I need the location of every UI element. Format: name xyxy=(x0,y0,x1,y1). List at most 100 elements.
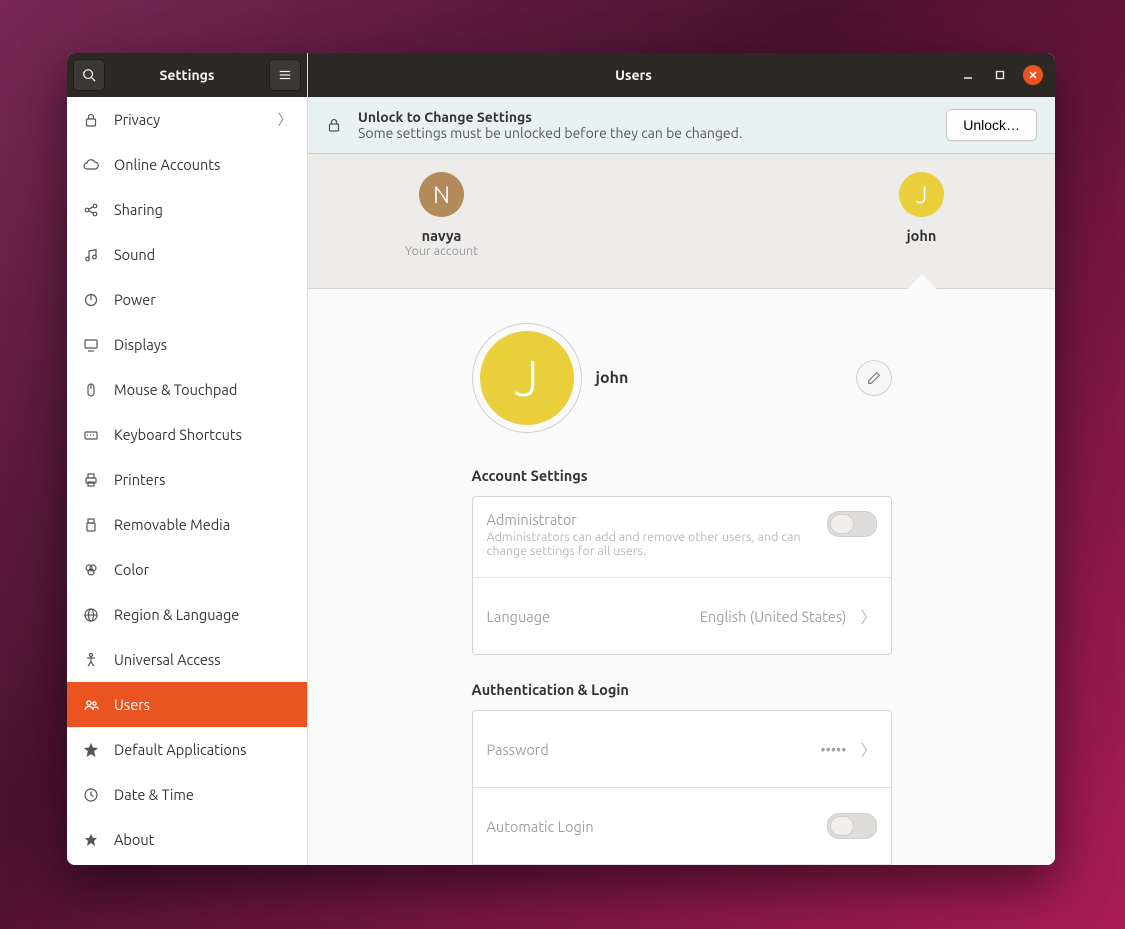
user-strip: N navya Your account J john xyxy=(308,154,1055,289)
automatic-login-toggle[interactable] xyxy=(827,813,877,839)
sidebar-item-date-time[interactable]: Date & Time xyxy=(67,772,307,817)
sidebar-item-universal-access[interactable]: Universal Access xyxy=(67,637,307,682)
sidebar-item-label: Universal Access xyxy=(114,651,221,668)
sidebar-item-default-applications[interactable]: Default Applications xyxy=(67,727,307,772)
cloud-icon xyxy=(82,156,100,174)
user-detail: J john Account Settings Administrator Ad… xyxy=(308,289,1055,865)
administrator-row[interactable]: Administrator Administrators can add and… xyxy=(473,497,891,578)
sidebar-item-label: About xyxy=(114,831,154,848)
avatar: J xyxy=(899,172,944,217)
display-icon xyxy=(82,336,100,354)
sidebar-header: Settings xyxy=(67,53,307,97)
sidebar-item-region-language[interactable]: Region & Language xyxy=(67,592,307,637)
password-row[interactable]: Password ••••• 〉 xyxy=(473,711,891,788)
mouse-icon xyxy=(82,381,100,399)
main-header: Users xyxy=(308,53,1055,97)
sidebar-item-label: Region & Language xyxy=(114,606,239,623)
sidebar-list: Privacy 〉 Online Accounts Sharing Sound … xyxy=(67,97,307,865)
chevron-right-icon: 〉 xyxy=(856,604,876,628)
sidebar-item-color[interactable]: Color xyxy=(67,547,307,592)
usb-icon xyxy=(82,516,100,534)
section-title-account: Account Settings xyxy=(472,467,892,484)
change-avatar-button[interactable]: J xyxy=(472,323,582,433)
chevron-right-icon: 〉 xyxy=(856,737,876,761)
sidebar-item-label: Power xyxy=(114,291,156,308)
users-icon xyxy=(82,696,100,714)
user-tab-name: john xyxy=(907,227,937,244)
auth-login-card: Password ••••• 〉 Automatic Login Accoun xyxy=(472,710,892,865)
main-panel: Users Unlock to Change Settings Some set… xyxy=(308,53,1055,865)
lock-icon xyxy=(82,111,100,129)
sidebar-item-label: Mouse & Touchpad xyxy=(114,381,237,398)
row-label: Language xyxy=(487,608,700,625)
banner-text: Unlock to Change Settings Some settings … xyxy=(358,109,930,141)
banner-subtitle: Some settings must be unlocked before th… xyxy=(358,125,930,141)
user-tab-john[interactable]: J john xyxy=(822,154,1022,288)
hamburger-menu-button[interactable] xyxy=(269,59,301,91)
sidebar-item-mouse-touchpad[interactable]: Mouse & Touchpad xyxy=(67,367,307,412)
keyboard-icon xyxy=(82,426,100,444)
sidebar-item-sharing[interactable]: Sharing xyxy=(67,187,307,232)
row-label: Administrator xyxy=(487,511,827,528)
chevron-right-icon: 〉 xyxy=(278,109,293,130)
sidebar-item-removable-media[interactable]: Removable Media xyxy=(67,502,307,547)
lock-icon xyxy=(326,117,342,133)
maximize-icon xyxy=(995,70,1005,80)
share-icon xyxy=(82,201,100,219)
close-button[interactable] xyxy=(1023,65,1043,85)
automatic-login-row[interactable]: Automatic Login xyxy=(473,788,891,865)
row-value: ••••• xyxy=(820,741,846,758)
sidebar-item-label: Color xyxy=(114,561,149,578)
banner-title: Unlock to Change Settings xyxy=(358,109,930,125)
profile-row: J john xyxy=(472,323,892,433)
sidebar-item-users[interactable]: Users xyxy=(67,682,307,727)
sidebar-item-label: Users xyxy=(114,696,150,713)
window-controls xyxy=(959,65,1049,85)
sidebar-item-about[interactable]: About xyxy=(67,817,307,862)
unlock-button[interactable]: Unlock… xyxy=(946,109,1037,141)
sidebar-item-label: Online Accounts xyxy=(114,156,220,173)
row-label: Password xyxy=(487,741,821,758)
sidebar-item-displays[interactable]: Displays xyxy=(67,322,307,367)
maximize-button[interactable] xyxy=(991,66,1009,84)
sidebar-item-label: Privacy xyxy=(114,111,160,128)
language-row[interactable]: Language English (United States) 〉 xyxy=(473,578,891,654)
avatar: N xyxy=(419,172,464,217)
sidebar-item-label: Default Applications xyxy=(114,741,246,758)
power-icon xyxy=(82,291,100,309)
close-icon xyxy=(1028,70,1038,80)
sidebar-title: Settings xyxy=(111,67,263,83)
sidebar-item-printers[interactable]: Printers xyxy=(67,457,307,502)
star-icon xyxy=(82,741,100,759)
profile-name: john xyxy=(596,369,629,387)
administrator-toggle[interactable] xyxy=(827,511,877,537)
sidebar-item-label: Date & Time xyxy=(114,786,194,803)
row-label: Automatic Login xyxy=(487,818,827,835)
user-tab-navya[interactable]: N navya Your account xyxy=(342,154,542,288)
row-value: English (United States) xyxy=(700,608,847,625)
minimize-button[interactable] xyxy=(959,66,977,84)
sidebar-item-label: Sharing xyxy=(114,201,163,218)
search-button[interactable] xyxy=(73,59,105,91)
about-icon xyxy=(82,831,100,849)
section-title-auth: Authentication & Login xyxy=(472,681,892,698)
sidebar-item-online-accounts[interactable]: Online Accounts xyxy=(67,142,307,187)
color-icon xyxy=(82,561,100,579)
printer-icon xyxy=(82,471,100,489)
clock-icon xyxy=(82,786,100,804)
sidebar-item-label: Printers xyxy=(114,471,165,488)
user-tab-subtitle: Your account xyxy=(405,244,478,258)
row-description: Administrators can add and remove other … xyxy=(487,530,807,558)
unlock-banner: Unlock to Change Settings Some settings … xyxy=(308,97,1055,154)
sidebar-item-keyboard-shortcuts[interactable]: Keyboard Shortcuts xyxy=(67,412,307,457)
hamburger-icon xyxy=(278,68,292,82)
sidebar-item-sound[interactable]: Sound xyxy=(67,232,307,277)
music-note-icon xyxy=(82,246,100,264)
pencil-icon xyxy=(867,371,881,385)
page-title: Users xyxy=(314,67,953,83)
accessibility-icon xyxy=(82,651,100,669)
sidebar-item-privacy[interactable]: Privacy 〉 xyxy=(67,97,307,142)
edit-name-button[interactable] xyxy=(856,360,892,396)
sidebar-item-power[interactable]: Power xyxy=(67,277,307,322)
account-settings-card: Administrator Administrators can add and… xyxy=(472,496,892,655)
